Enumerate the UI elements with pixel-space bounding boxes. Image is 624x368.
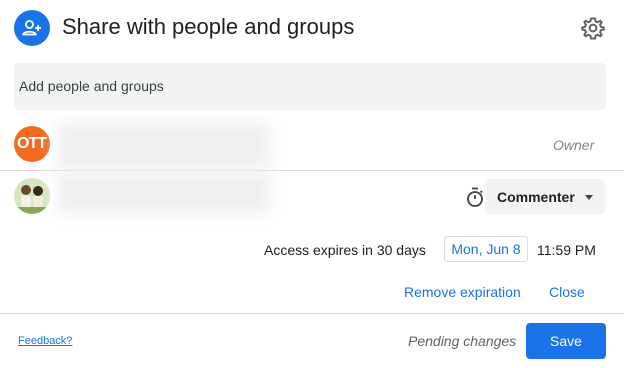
footer-divider (0, 313, 624, 314)
chevron-down-icon (585, 195, 593, 200)
divider (0, 170, 624, 171)
expiry-time: 11:59 PM (537, 242, 596, 258)
dialog-title: Share with people and groups (62, 14, 355, 39)
close-expiration-link[interactable]: Close (549, 284, 585, 300)
role-dropdown-label: Commenter (497, 189, 575, 205)
timer-icon (464, 186, 486, 208)
add-people-input[interactable]: Add people and groups (14, 63, 606, 110)
save-button[interactable]: Save (526, 323, 606, 359)
role-dropdown[interactable]: Commenter (485, 179, 605, 214)
feedback-link[interactable]: Feedback? (18, 335, 72, 347)
access-expiry-text: Access expires in 30 days (264, 242, 426, 258)
pending-changes-label: Pending changes (408, 333, 517, 349)
user-name-redacted (56, 172, 270, 214)
owner-avatar-text: OTT (17, 135, 47, 152)
expiry-date-picker[interactable]: Mon, Jun 8 (444, 236, 528, 262)
person-add-icon (14, 10, 50, 46)
add-people-placeholder: Add people and groups (19, 78, 164, 94)
owner-name-redacted (56, 122, 270, 168)
user-avatar (14, 178, 50, 214)
owner-role-label: Owner (553, 137, 595, 153)
gear-icon[interactable] (579, 14, 607, 42)
owner-avatar: OTT (14, 126, 50, 162)
remove-expiration-link[interactable]: Remove expiration (404, 284, 521, 300)
